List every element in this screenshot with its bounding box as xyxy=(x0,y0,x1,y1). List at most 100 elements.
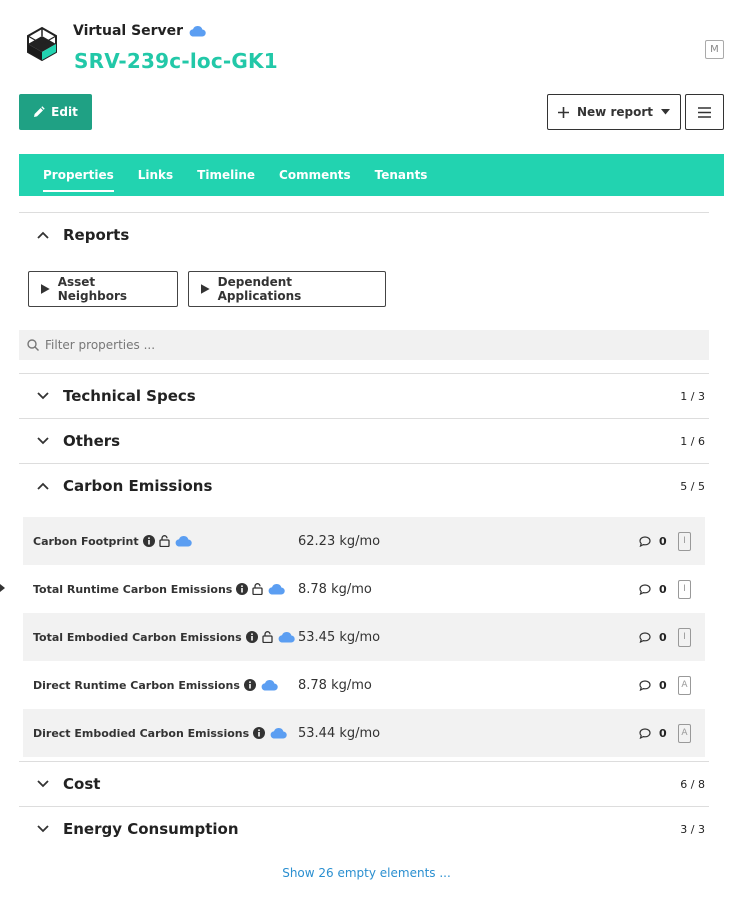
chevron-down-icon xyxy=(36,777,50,791)
pencil-icon xyxy=(34,106,45,117)
property-row-total-embodied-carbon[interactable]: Total Embodied Carbon Emissions 53.45 kg… xyxy=(23,613,705,661)
comments-count-value: 0 xyxy=(659,678,667,692)
property-label-text: Carbon Footprint xyxy=(33,534,139,548)
cloud-icon xyxy=(261,680,278,691)
asset-type-label: Virtual Server xyxy=(73,23,184,39)
property-label-text: Direct Embodied Carbon Emissions xyxy=(33,726,250,740)
info-icon[interactable] xyxy=(253,727,266,739)
filter-properties xyxy=(19,330,709,360)
property-label: Direct Runtime Carbon Emissions xyxy=(33,679,278,692)
lock-open-icon xyxy=(262,631,273,643)
new-report-label: New report xyxy=(577,105,653,119)
chevron-down-icon xyxy=(36,389,50,403)
tab-properties[interactable]: Properties xyxy=(31,154,126,196)
comments-count-value: 0 xyxy=(659,534,667,548)
info-icon[interactable] xyxy=(236,583,249,595)
page-header: Virtual Server SRV-239c-loc-GK1 M xyxy=(0,0,733,90)
play-icon xyxy=(41,284,50,294)
asset-neighbors-report-button[interactable]: Asset Neighbors xyxy=(28,271,178,307)
maintenance-badge[interactable]: M xyxy=(705,40,724,59)
tab-tenants[interactable]: Tenants xyxy=(363,154,440,196)
edit-button[interactable]: Edit xyxy=(19,94,92,130)
section-title: Technical Specs xyxy=(63,387,196,405)
asset-type-line: Virtual Server xyxy=(73,23,206,39)
comments-count-value: 0 xyxy=(659,630,667,644)
plus-icon xyxy=(558,106,569,118)
section-cost-header[interactable]: Cost 6 / 8 xyxy=(19,762,709,806)
section-title: Carbon Emissions xyxy=(63,477,213,495)
cloud-icon xyxy=(268,584,286,595)
info-icon[interactable] xyxy=(243,679,256,691)
section-reports-header[interactable]: Reports xyxy=(19,213,709,257)
comments-count[interactable]: 0 xyxy=(639,727,667,740)
comments-count[interactable]: 0 xyxy=(639,679,667,692)
comments-count-value: 0 xyxy=(659,726,667,740)
chevron-down-icon xyxy=(36,822,50,836)
virtual-server-logo-icon xyxy=(27,26,57,62)
property-value: 53.45 kg/mo xyxy=(298,629,381,645)
property-label-text: Total Runtime Carbon Emissions xyxy=(33,582,233,596)
property-source-flag: A xyxy=(678,675,691,695)
report-button-label: Dependent Applications xyxy=(217,275,302,303)
property-label-text: Total Embodied Carbon Emissions xyxy=(33,630,242,644)
property-value: 8.78 kg/mo xyxy=(298,677,372,693)
chevron-down-icon xyxy=(36,434,50,448)
cloud-icon xyxy=(189,26,206,37)
lock-open-icon xyxy=(158,535,170,547)
section-carbon-emissions-header[interactable]: Carbon Emissions 5 / 5 xyxy=(19,464,709,508)
property-value: 8.78 kg/mo xyxy=(298,581,372,597)
section-count: 6 / 8 xyxy=(680,777,705,791)
section-title: Energy Consumption xyxy=(63,820,239,838)
new-report-button[interactable]: New report xyxy=(547,94,681,130)
cloud-icon xyxy=(270,728,287,739)
section-title: Others xyxy=(63,432,121,450)
dependent-applications-report-button[interactable]: Dependent Applications xyxy=(188,271,386,307)
page-title: SRV-239c-loc-GK1 xyxy=(74,49,278,73)
filter-properties-input[interactable] xyxy=(45,338,645,352)
property-source-flag: A xyxy=(678,723,691,743)
cloud-icon xyxy=(278,632,295,643)
tab-timeline[interactable]: Timeline xyxy=(185,154,267,196)
comments-count[interactable]: 0 xyxy=(639,535,667,548)
property-row-direct-runtime-carbon[interactable]: Direct Runtime Carbon Emissions 8.78 kg/… xyxy=(23,661,705,709)
property-row-total-runtime-carbon[interactable]: Total Runtime Carbon Emissions 8.78 kg/m… xyxy=(23,565,705,613)
more-menu-button[interactable] xyxy=(685,94,724,130)
property-row-direct-embodied-carbon[interactable]: Direct Embodied Carbon Emissions 53.44 k… xyxy=(23,709,705,757)
comments-count-value: 0 xyxy=(659,582,667,596)
section-title: Cost xyxy=(63,775,101,793)
property-label: Total Runtime Carbon Emissions xyxy=(33,582,286,596)
report-button-label: Asset Neighbors xyxy=(57,275,128,303)
comment-bubble-icon xyxy=(639,631,651,643)
chevron-up-icon xyxy=(36,228,50,242)
tab-links[interactable]: Links xyxy=(126,154,185,196)
cloud-icon xyxy=(175,536,192,547)
section-count: 5 / 5 xyxy=(680,479,705,493)
property-label: Direct Embodied Carbon Emissions xyxy=(33,727,287,740)
property-value: 53.44 kg/mo xyxy=(298,725,381,741)
comments-count[interactable]: 0 xyxy=(639,631,667,644)
row-pointer-icon xyxy=(0,584,5,592)
property-label: Carbon Footprint xyxy=(33,535,192,548)
section-count: 1 / 6 xyxy=(680,434,705,448)
section-energy-consumption-header[interactable]: Energy Consumption 3 / 3 xyxy=(19,807,709,851)
show-empty-elements-link[interactable]: Show 26 empty elements ... xyxy=(0,866,733,880)
edit-button-label: Edit xyxy=(51,105,78,119)
search-icon xyxy=(27,339,39,351)
section-technical-specs-header[interactable]: Technical Specs 1 / 3 xyxy=(19,374,709,418)
comment-bubble-icon xyxy=(639,727,651,739)
hamburger-icon xyxy=(698,106,711,118)
info-icon[interactable] xyxy=(142,535,155,547)
info-icon[interactable] xyxy=(245,631,258,643)
section-others-header[interactable]: Others 1 / 6 xyxy=(19,419,709,463)
property-source-flag: I xyxy=(678,531,691,551)
comment-bubble-icon xyxy=(639,535,651,547)
comment-bubble-icon xyxy=(639,679,651,691)
comments-count[interactable]: 0 xyxy=(639,583,667,596)
property-row-carbon-footprint[interactable]: Carbon Footprint 62.23 kg/mo 0 I xyxy=(23,517,705,565)
property-value: 62.23 kg/mo xyxy=(298,533,381,549)
chevron-up-icon xyxy=(36,479,50,493)
comment-bubble-icon xyxy=(639,583,651,595)
property-label: Total Embodied Carbon Emissions xyxy=(33,631,295,644)
tab-comments[interactable]: Comments xyxy=(267,154,363,196)
section-count: 3 / 3 xyxy=(680,822,705,836)
